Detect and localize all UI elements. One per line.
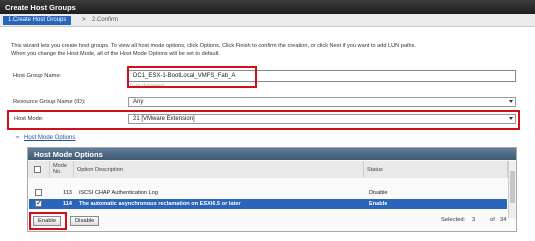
table-row-selected[interactable]: 114 The automatic asynchronous reclamati…	[29, 199, 507, 209]
resource-group-label: Resource Group Name (ID):	[13, 99, 86, 105]
dialog-title: Create Host Groups	[0, 0, 535, 14]
selected-count: 3	[472, 217, 476, 223]
selected-label: Selected:	[441, 217, 466, 223]
wizard-step-bar: 1.Create Host Groups > 2.Confirm	[0, 14, 535, 27]
row-mode-no: 114	[63, 201, 73, 207]
host-mode-options-toggle[interactable]: Host Mode Options	[24, 135, 75, 141]
row-status: Disable	[369, 190, 388, 196]
disable-button[interactable]: Disable	[70, 216, 100, 226]
column-option-description[interactable]: Option Description	[74, 161, 364, 178]
total-count: 34	[500, 217, 507, 223]
table-scrollbar[interactable]	[508, 161, 516, 218]
wizard-instructions: This wizard lets you create host groups.…	[11, 42, 526, 58]
table-row[interactable]: 113 iSCSI CHAP Authentication Log Disabl…	[29, 188, 507, 198]
host-group-name-label: Host Group Name:	[13, 73, 62, 79]
instruction-line-1: This wizard lets you create host groups.…	[11, 43, 416, 49]
step-create-host-groups[interactable]: 1.Create Host Groups	[3, 16, 72, 25]
row-checkbox[interactable]	[35, 199, 42, 207]
highlight-host-group-name	[127, 66, 257, 88]
panel-title: Host Mode Options	[28, 148, 516, 160]
column-status[interactable]: Status	[364, 161, 508, 178]
step-separator: >	[82, 17, 86, 23]
row-checkbox[interactable]	[35, 189, 42, 196]
select-all-column	[28, 161, 50, 178]
highlight-host-mode	[7, 110, 520, 130]
collapse-icon[interactable]: ≈	[16, 135, 19, 141]
of-label: of	[490, 217, 495, 223]
row-description: iSCSI CHAP Authentication Log	[79, 190, 158, 196]
resource-group-select[interactable]: Any	[128, 97, 516, 107]
column-mode-no[interactable]: Mode No.	[50, 161, 74, 178]
scrollbar-thumb[interactable]	[510, 171, 515, 203]
highlight-enable-button	[29, 212, 67, 230]
instruction-line-2: When you change the Host Mode, all of th…	[11, 51, 220, 57]
row-mode-no: 113	[63, 190, 72, 196]
row-status: Enable	[369, 201, 388, 207]
step-confirm[interactable]: 2.Confirm	[92, 17, 118, 23]
row-description: The automatic asynchronous reclamation o…	[79, 201, 241, 207]
select-all-checkbox[interactable]	[34, 166, 41, 173]
resource-group-value: Any	[133, 99, 144, 105]
chevron-down-icon	[509, 100, 513, 103]
